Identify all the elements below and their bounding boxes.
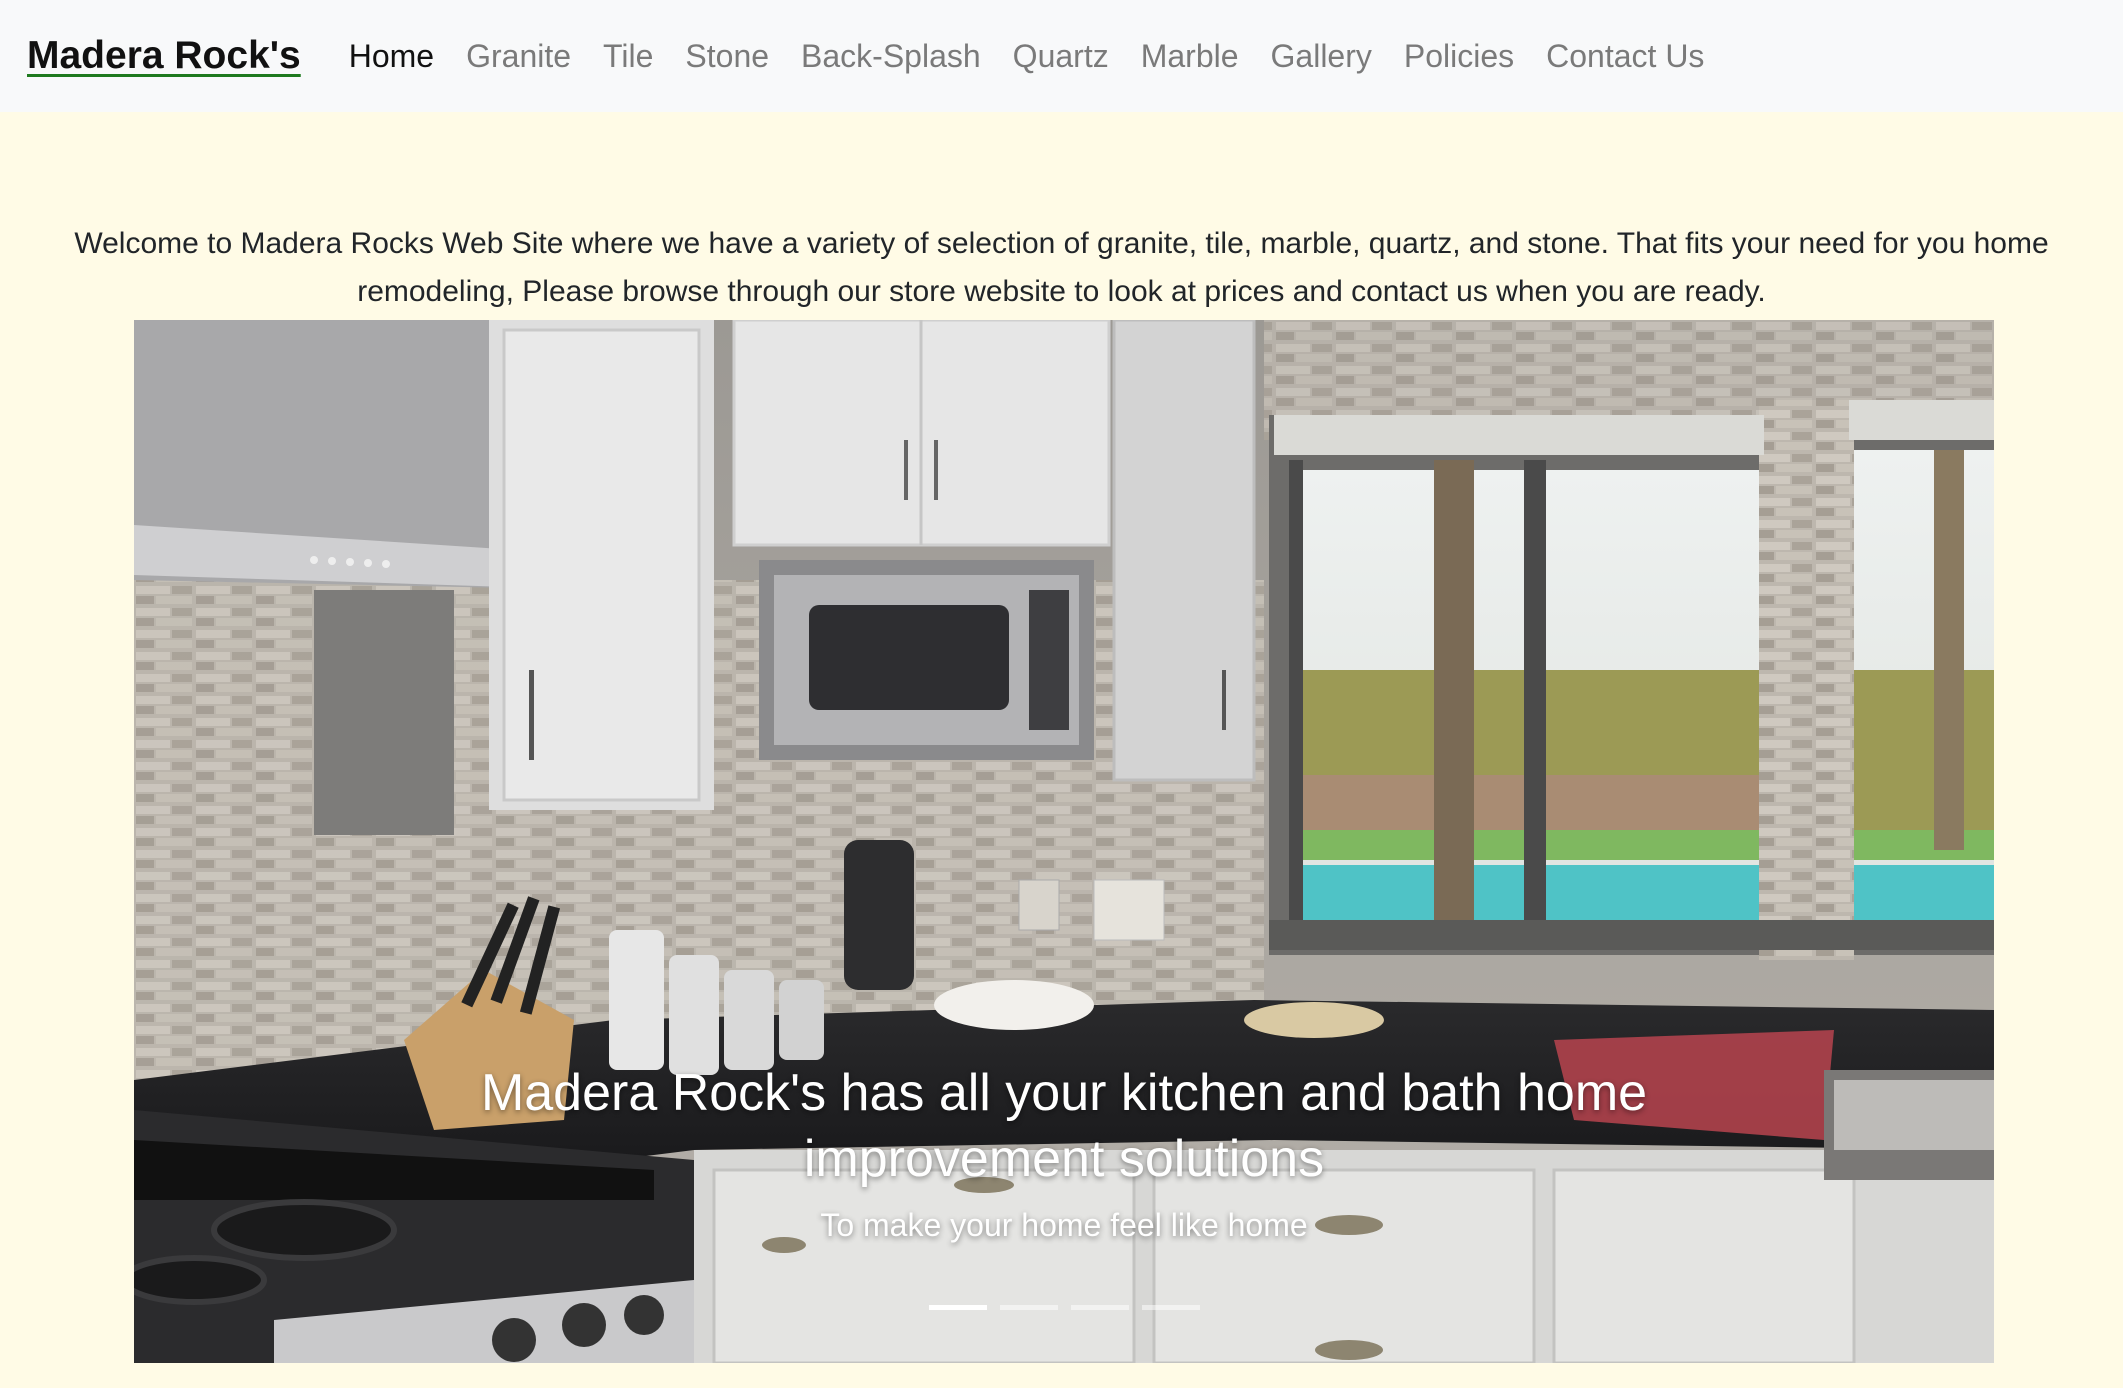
carousel-indicator-1[interactable] <box>928 1305 987 1310</box>
nav-back-splash[interactable]: Back-Splash <box>801 38 981 75</box>
nav-list: Home Granite Tile Stone Back-Splash Quar… <box>349 38 1737 75</box>
carousel-indicator-3[interactable] <box>1070 1305 1129 1310</box>
nav-home[interactable]: Home <box>349 38 434 75</box>
nav-policies[interactable]: Policies <box>1404 38 1514 75</box>
carousel-indicator-2[interactable] <box>999 1305 1058 1310</box>
brand-link[interactable]: Madera Rock's <box>27 34 301 78</box>
navbar: Madera Rock's Home Granite Tile Stone Ba… <box>0 0 2123 112</box>
carousel-caption-subtitle: To make your home feel like home <box>820 1207 1308 1243</box>
hero-carousel[interactable]: Madera Rock's has all your kitchen and b… <box>134 320 1994 1363</box>
caption-title-text: Madera Rock's has all your kitchen and b… <box>480 1064 1648 1188</box>
nav-tile[interactable]: Tile <box>603 38 653 75</box>
carousel-indicator-4[interactable] <box>1141 1305 1200 1310</box>
carousel-indicators <box>134 1305 1994 1310</box>
carousel-caption-title: Madera Rock's has all your kitchen and b… <box>134 1060 1994 1192</box>
nav-stone[interactable]: Stone <box>685 38 769 75</box>
nav-quartz[interactable]: Quartz <box>1013 38 1109 75</box>
nav-contact-us[interactable]: Contact Us <box>1546 38 1704 75</box>
nav-marble[interactable]: Marble <box>1141 38 1239 75</box>
welcome-text: Welcome to Madera Rocks Web Site where w… <box>74 227 2049 308</box>
nav-granite[interactable]: Granite <box>466 38 571 75</box>
nav-gallery[interactable]: Gallery <box>1271 38 1372 75</box>
